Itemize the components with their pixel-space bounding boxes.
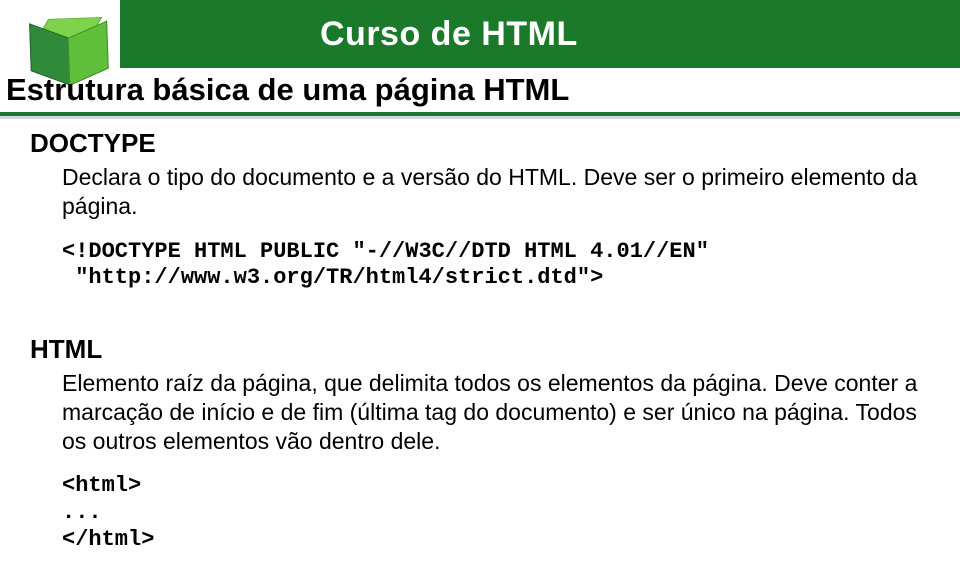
section2-body: Elemento raíz da página, que delimita to… [62, 369, 930, 455]
section2-heading: HTML [30, 334, 930, 365]
section1-body: Declara o tipo do documento e a versão d… [62, 163, 930, 221]
subtitle-block: Estrutura básica de uma página HTML [0, 72, 960, 119]
slide-title: Curso de HTML [320, 15, 578, 54]
slide-subtitle: Estrutura básica de uma página HTML [6, 72, 960, 108]
divider-shadow [0, 116, 960, 119]
section2-code: <html> ... </html> [62, 473, 930, 553]
section1-heading: DOCTYPE [30, 128, 930, 159]
section1-code: <!DOCTYPE HTML PUBLIC "-//W3C//DTD HTML … [62, 239, 930, 293]
header-bar: Curso de HTML [120, 0, 960, 68]
